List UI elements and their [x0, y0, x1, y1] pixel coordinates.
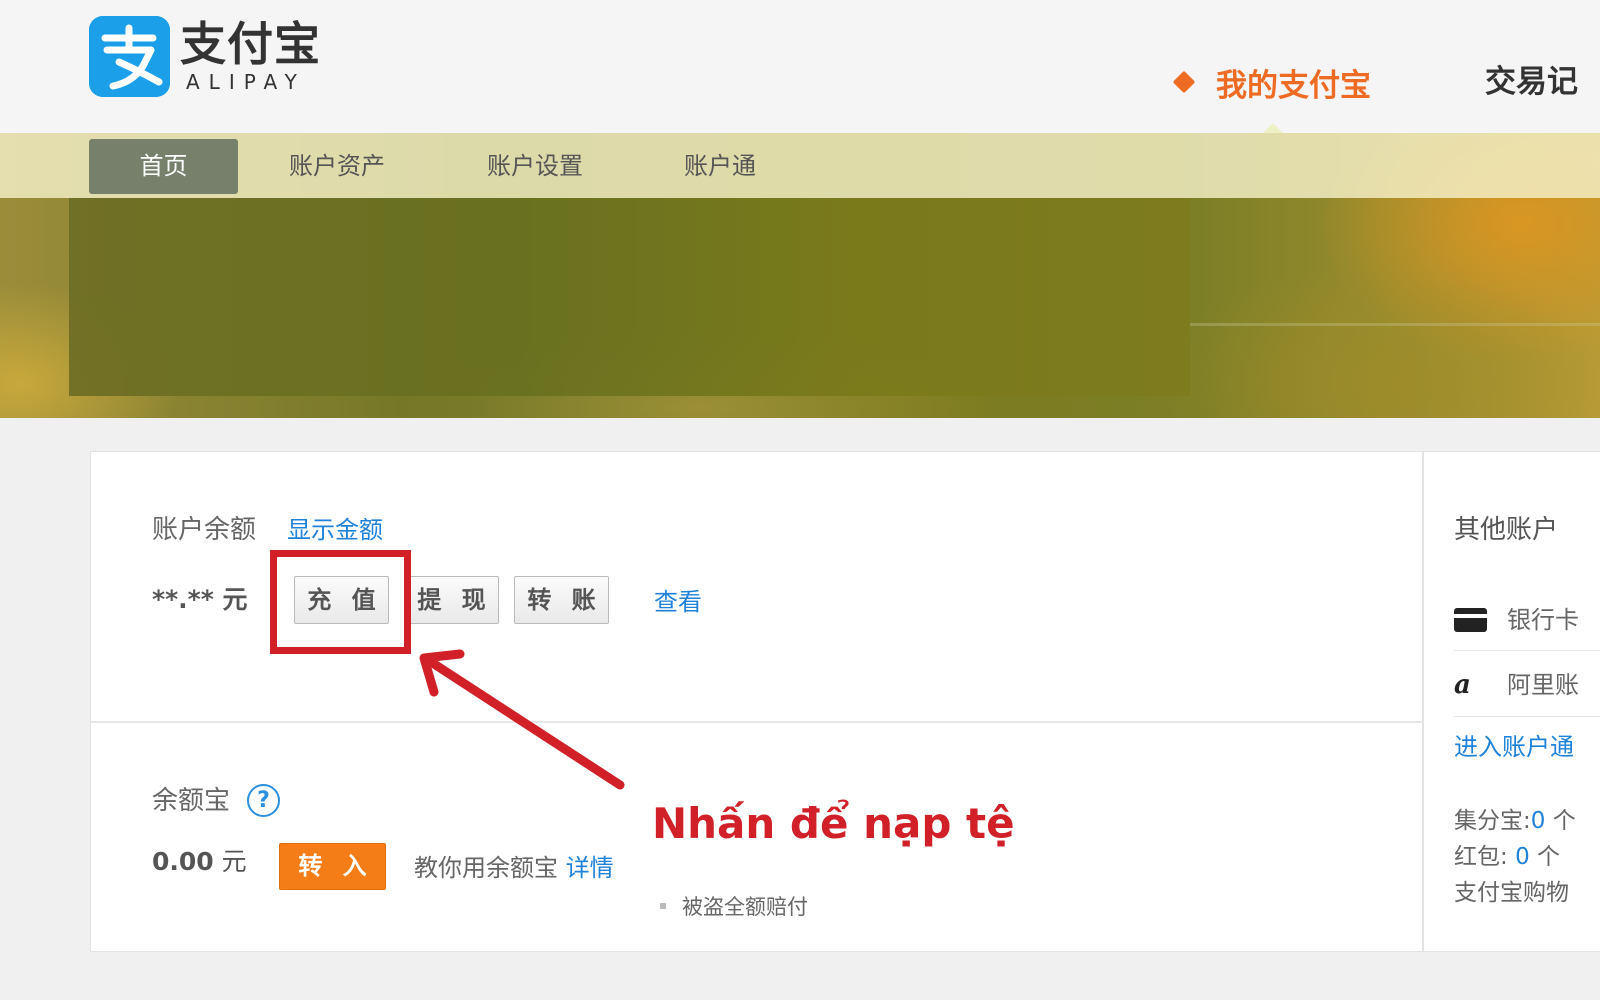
balance-card: 账户余额 显示金额 **.** 元 充 值 提 现 转 账 查看 余额宝 ? 0… [90, 451, 1424, 952]
ali-account-item[interactable]: a 阿里账 [1454, 670, 1579, 700]
subnav-account-settings[interactable]: 账户设置 [460, 139, 610, 194]
topnav-my-alipay[interactable]: 我的支付宝 [1172, 62, 1371, 104]
transfer-in-button[interactable]: 转 入 [279, 843, 386, 890]
logo-subtext: ALIPAY [186, 70, 306, 94]
balance-amount: **.** 元 [152, 585, 248, 614]
alipay-logo-icon[interactable] [89, 16, 170, 97]
show-amount-link[interactable]: 显示金额 [287, 514, 383, 546]
points-stat: 集分宝:0 个 [1454, 806, 1576, 836]
topnav-my-alipay-label: 我的支付宝 [1216, 67, 1371, 104]
card-divider [91, 721, 1424, 723]
topnav-transactions[interactable]: 交易记 [1485, 62, 1578, 102]
help-icon[interactable]: ? [247, 784, 280, 817]
banner: 首页 账户资产 账户设置 账户通 [0, 133, 1600, 418]
yuebao-amount: 0.00 元 [152, 846, 247, 878]
enter-account-link[interactable]: 进入账户通 [1454, 732, 1574, 762]
hongbao-unit: 个 [1537, 844, 1561, 870]
annotation-text: Nhấn để nạp tệ [652, 799, 1015, 848]
ali-logo-icon: a [1454, 670, 1471, 700]
side-separator [1454, 650, 1600, 651]
yuebao-amount-unit: 元 [221, 847, 247, 876]
annotation-arrow-icon [419, 649, 625, 790]
yuebao-guide-text: 教你用余额宝 [414, 854, 558, 882]
transfer-button[interactable]: 转 账 [514, 576, 609, 624]
theft-guarantee-text: 被盗全额赔付 [682, 895, 808, 919]
bullet-icon [660, 903, 666, 909]
subnav-account-assets[interactable]: 账户资产 [262, 139, 412, 194]
balance-label: 账户余额 [152, 515, 257, 545]
bank-card-item[interactable]: 银行卡 [1454, 605, 1579, 635]
ali-account-label: 阿里账 [1507, 671, 1579, 699]
hongbao-stat: 红包: 0 个 [1454, 842, 1560, 872]
points-label: 集分宝: [1454, 808, 1531, 834]
recharge-highlight-box [270, 550, 411, 654]
yuebao-amount-value: 0.00 [152, 847, 214, 876]
hongbao-label: 红包: [1454, 844, 1508, 870]
banner-redacted-area [69, 198, 1190, 396]
logo-text: 支付宝 [180, 17, 321, 71]
yuebao-detail-link[interactable]: 详情 [566, 854, 614, 882]
other-accounts-title: 其他账户 [1454, 515, 1559, 545]
view-link[interactable]: 查看 [654, 586, 702, 618]
bank-card-label: 银行卡 [1507, 606, 1579, 634]
sub-navigation: 首页 账户资产 账户设置 账户通 [0, 133, 1600, 198]
hongbao-value[interactable]: 0 [1515, 844, 1530, 870]
other-accounts-card: 其他账户 银行卡 a 阿里账 进入账户通 集分宝:0 个 红包: 0 个 支付宝… [1423, 451, 1600, 952]
shopping-stat: 支付宝购物 [1454, 880, 1569, 906]
active-nav-caret [1263, 123, 1283, 133]
subnav-home[interactable]: 首页 [89, 139, 238, 194]
points-unit: 个 [1552, 808, 1576, 834]
points-value[interactable]: 0 [1531, 808, 1546, 834]
bank-card-icon [1454, 608, 1487, 632]
yuebao-label: 余额宝 [152, 786, 231, 816]
side-separator [1454, 716, 1600, 717]
withdraw-button[interactable]: 提 现 [404, 576, 499, 624]
subnav-account-link[interactable]: 账户通 [660, 139, 780, 194]
active-diamond-icon [1172, 70, 1196, 94]
yuebao-guide: 教你用余额宝 详情 [414, 852, 614, 884]
banner-line [1190, 323, 1600, 326]
header: 支付宝 ALIPAY 我的支付宝 交易记 [0, 0, 1600, 133]
